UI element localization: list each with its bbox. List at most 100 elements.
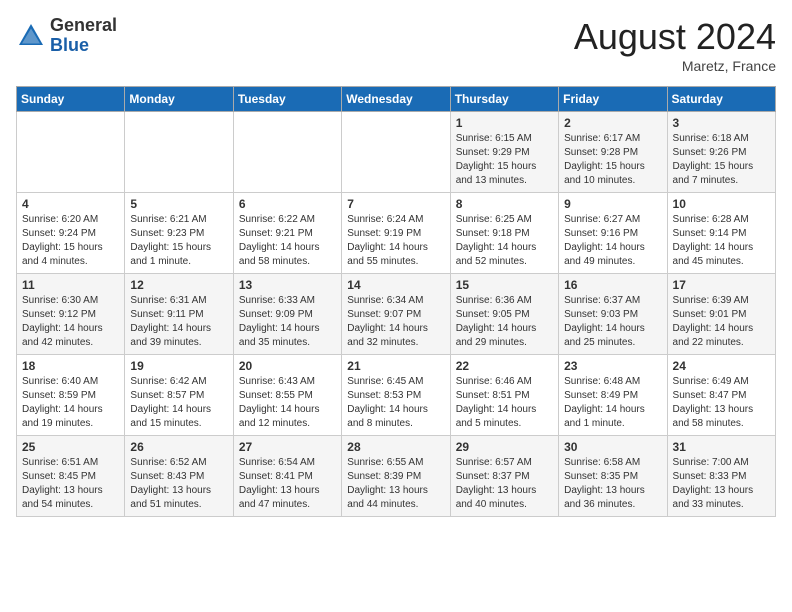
calendar-cell: 9 Sunrise: 6:27 AM Sunset: 9:16 PM Daylig… (559, 193, 667, 274)
day-number: 15 (456, 278, 553, 292)
day-info: Sunrise: 6:17 AM Sunset: 9:28 PM Dayligh… (564, 132, 661, 188)
day-number: 14 (347, 278, 444, 292)
calendar-cell (233, 112, 341, 193)
day-info: Sunrise: 6:20 AM Sunset: 9:24 PM Dayligh… (22, 213, 119, 269)
day-number: 24 (673, 359, 770, 373)
day-info: Sunrise: 6:57 AM Sunset: 8:37 PM Dayligh… (456, 456, 553, 512)
logo-general: General (50, 16, 117, 36)
day-number: 21 (347, 359, 444, 373)
day-info: Sunrise: 6:45 AM Sunset: 8:53 PM Dayligh… (347, 375, 444, 431)
calendar-cell: 28 Sunrise: 6:55 AM Sunset: 8:39 PM Dayli… (342, 436, 450, 517)
calendar-cell: 3 Sunrise: 6:18 AM Sunset: 9:26 PM Daylig… (667, 112, 775, 193)
day-number: 2 (564, 116, 661, 130)
day-number: 30 (564, 440, 661, 454)
day-number: 16 (564, 278, 661, 292)
calendar-cell: 5 Sunrise: 6:21 AM Sunset: 9:23 PM Daylig… (125, 193, 233, 274)
day-info: Sunrise: 6:43 AM Sunset: 8:55 PM Dayligh… (239, 375, 336, 431)
calendar-cell: 14 Sunrise: 6:34 AM Sunset: 9:07 PM Dayli… (342, 274, 450, 355)
day-number: 13 (239, 278, 336, 292)
calendar-week-1: 1Sunrise: 6:15 AM Sunset: 9:29 PM Daylig… (17, 112, 776, 193)
day-info: Sunrise: 6:18 AM Sunset: 9:26 PM Dayligh… (673, 132, 770, 188)
calendar-week-5: 25Sunrise: 6:51 AM Sunset: 8:45 PM Dayli… (17, 436, 776, 517)
day-info: Sunrise: 6:48 AM Sunset: 8:49 PM Dayligh… (564, 375, 661, 431)
calendar-cell: 24 Sunrise: 6:49 AM Sunset: 8:47 PM Dayli… (667, 355, 775, 436)
day-info: Sunrise: 6:33 AM Sunset: 9:09 PM Dayligh… (239, 294, 336, 350)
day-number: 25 (22, 440, 119, 454)
column-header-sunday: Sunday (17, 87, 125, 112)
day-info: Sunrise: 6:25 AM Sunset: 9:18 PM Dayligh… (456, 213, 553, 269)
day-number: 9 (564, 197, 661, 211)
day-info: Sunrise: 6:27 AM Sunset: 9:16 PM Dayligh… (564, 213, 661, 269)
title-block: August 2024 Maretz, France (574, 16, 776, 74)
location: Maretz, France (574, 58, 776, 74)
calendar-cell: 11Sunrise: 6:30 AM Sunset: 9:12 PM Dayli… (17, 274, 125, 355)
day-number: 31 (673, 440, 770, 454)
day-number: 29 (456, 440, 553, 454)
day-number: 27 (239, 440, 336, 454)
calendar-cell: 2 Sunrise: 6:17 AM Sunset: 9:28 PM Daylig… (559, 112, 667, 193)
day-number: 10 (673, 197, 770, 211)
day-info: Sunrise: 6:30 AM Sunset: 9:12 PM Dayligh… (22, 294, 119, 350)
day-number: 28 (347, 440, 444, 454)
column-header-tuesday: Tuesday (233, 87, 341, 112)
column-header-wednesday: Wednesday (342, 87, 450, 112)
day-info: Sunrise: 6:46 AM Sunset: 8:51 PM Dayligh… (456, 375, 553, 431)
calendar-cell: 29 Sunrise: 6:57 AM Sunset: 8:37 PM Dayli… (450, 436, 558, 517)
calendar-cell: 30 Sunrise: 6:58 AM Sunset: 8:35 PM Dayli… (559, 436, 667, 517)
month-title: August 2024 (574, 16, 776, 58)
day-info: Sunrise: 6:52 AM Sunset: 8:43 PM Dayligh… (130, 456, 227, 512)
column-header-thursday: Thursday (450, 87, 558, 112)
calendar-week-3: 11Sunrise: 6:30 AM Sunset: 9:12 PM Dayli… (17, 274, 776, 355)
calendar-cell: 16Sunrise: 6:37 AM Sunset: 9:03 PM Dayli… (559, 274, 667, 355)
logo-blue: Blue (50, 36, 117, 56)
calendar-week-2: 4 Sunrise: 6:20 AM Sunset: 9:24 PM Daylig… (17, 193, 776, 274)
calendar-cell: 20 Sunrise: 6:43 AM Sunset: 8:55 PM Dayli… (233, 355, 341, 436)
day-number: 8 (456, 197, 553, 211)
day-info: Sunrise: 6:34 AM Sunset: 9:07 PM Dayligh… (347, 294, 444, 350)
calendar-week-4: 18 Sunrise: 6:40 AM Sunset: 8:59 PM Dayli… (17, 355, 776, 436)
day-info: Sunrise: 6:49 AM Sunset: 8:47 PM Dayligh… (673, 375, 770, 431)
calendar-cell (342, 112, 450, 193)
calendar-cell: 1Sunrise: 6:15 AM Sunset: 9:29 PM Daylig… (450, 112, 558, 193)
day-info: Sunrise: 6:21 AM Sunset: 9:23 PM Dayligh… (130, 213, 227, 269)
day-number: 26 (130, 440, 227, 454)
calendar-cell: 4 Sunrise: 6:20 AM Sunset: 9:24 PM Daylig… (17, 193, 125, 274)
day-number: 17 (673, 278, 770, 292)
day-number: 22 (456, 359, 553, 373)
day-info: Sunrise: 6:28 AM Sunset: 9:14 PM Dayligh… (673, 213, 770, 269)
day-info: Sunrise: 6:22 AM Sunset: 9:21 PM Dayligh… (239, 213, 336, 269)
calendar-cell: 15 Sunrise: 6:36 AM Sunset: 9:05 PM Dayli… (450, 274, 558, 355)
day-number: 20 (239, 359, 336, 373)
day-number: 5 (130, 197, 227, 211)
calendar-cell: 27 Sunrise: 6:54 AM Sunset: 8:41 PM Dayli… (233, 436, 341, 517)
day-info: Sunrise: 7:00 AM Sunset: 8:33 PM Dayligh… (673, 456, 770, 512)
day-number: 18 (22, 359, 119, 373)
calendar-cell: 12 Sunrise: 6:31 AM Sunset: 9:11 PM Dayli… (125, 274, 233, 355)
logo-icon (16, 21, 46, 51)
calendar-cell: 10 Sunrise: 6:28 AM Sunset: 9:14 PM Dayli… (667, 193, 775, 274)
day-info: Sunrise: 6:40 AM Sunset: 8:59 PM Dayligh… (22, 375, 119, 431)
day-number: 3 (673, 116, 770, 130)
calendar-cell: 22 Sunrise: 6:46 AM Sunset: 8:51 PM Dayli… (450, 355, 558, 436)
calendar-cell: 7 Sunrise: 6:24 AM Sunset: 9:19 PM Daylig… (342, 193, 450, 274)
logo: General Blue (16, 16, 117, 56)
calendar-cell: 31 Sunrise: 7:00 AM Sunset: 8:33 PM Dayli… (667, 436, 775, 517)
day-number: 12 (130, 278, 227, 292)
day-number: 4 (22, 197, 119, 211)
page-header: General Blue August 2024 Maretz, France (16, 16, 776, 74)
day-number: 19 (130, 359, 227, 373)
day-number: 23 (564, 359, 661, 373)
day-info: Sunrise: 6:55 AM Sunset: 8:39 PM Dayligh… (347, 456, 444, 512)
calendar-cell: 25Sunrise: 6:51 AM Sunset: 8:45 PM Dayli… (17, 436, 125, 517)
day-info: Sunrise: 6:24 AM Sunset: 9:19 PM Dayligh… (347, 213, 444, 269)
day-info: Sunrise: 6:31 AM Sunset: 9:11 PM Dayligh… (130, 294, 227, 350)
day-info: Sunrise: 6:36 AM Sunset: 9:05 PM Dayligh… (456, 294, 553, 350)
calendar-cell: 8 Sunrise: 6:25 AM Sunset: 9:18 PM Daylig… (450, 193, 558, 274)
logo-text: General Blue (50, 16, 117, 56)
day-number: 7 (347, 197, 444, 211)
day-info: Sunrise: 6:54 AM Sunset: 8:41 PM Dayligh… (239, 456, 336, 512)
calendar-cell (125, 112, 233, 193)
day-number: 1 (456, 116, 553, 130)
day-info: Sunrise: 6:58 AM Sunset: 8:35 PM Dayligh… (564, 456, 661, 512)
day-number: 6 (239, 197, 336, 211)
